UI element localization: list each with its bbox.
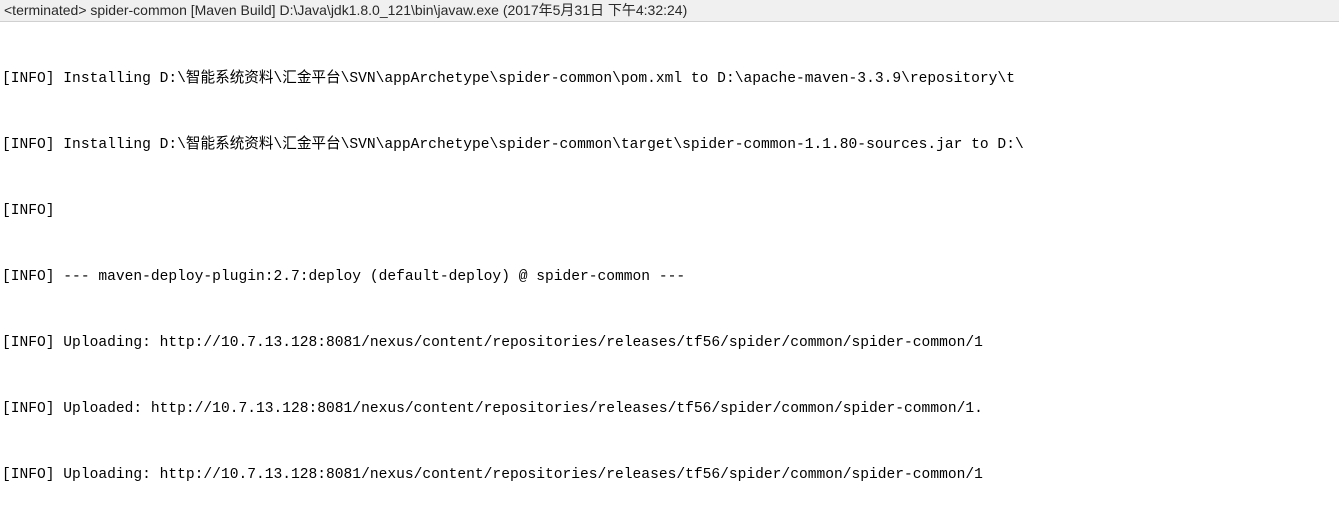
log-line: [INFO] Uploading: http://10.7.13.128:808… [2,464,1337,486]
log-line: [INFO] --- maven-deploy-plugin:2.7:deplo… [2,266,1337,288]
log-line: [INFO] Installing D:\智能系统资料\汇金平台\SVN\app… [2,134,1337,156]
console-output[interactable]: [INFO] Installing D:\智能系统资料\汇金平台\SVN\app… [0,22,1339,508]
console-title-bar: <terminated> spider-common [Maven Build]… [0,0,1339,22]
log-line: [INFO] Uploaded: http://10.7.13.128:8081… [2,398,1337,420]
log-line: [INFO] Uploading: http://10.7.13.128:808… [2,332,1337,354]
log-line: [INFO] Installing D:\智能系统资料\汇金平台\SVN\app… [2,68,1337,90]
log-line: [INFO] [2,200,1337,222]
